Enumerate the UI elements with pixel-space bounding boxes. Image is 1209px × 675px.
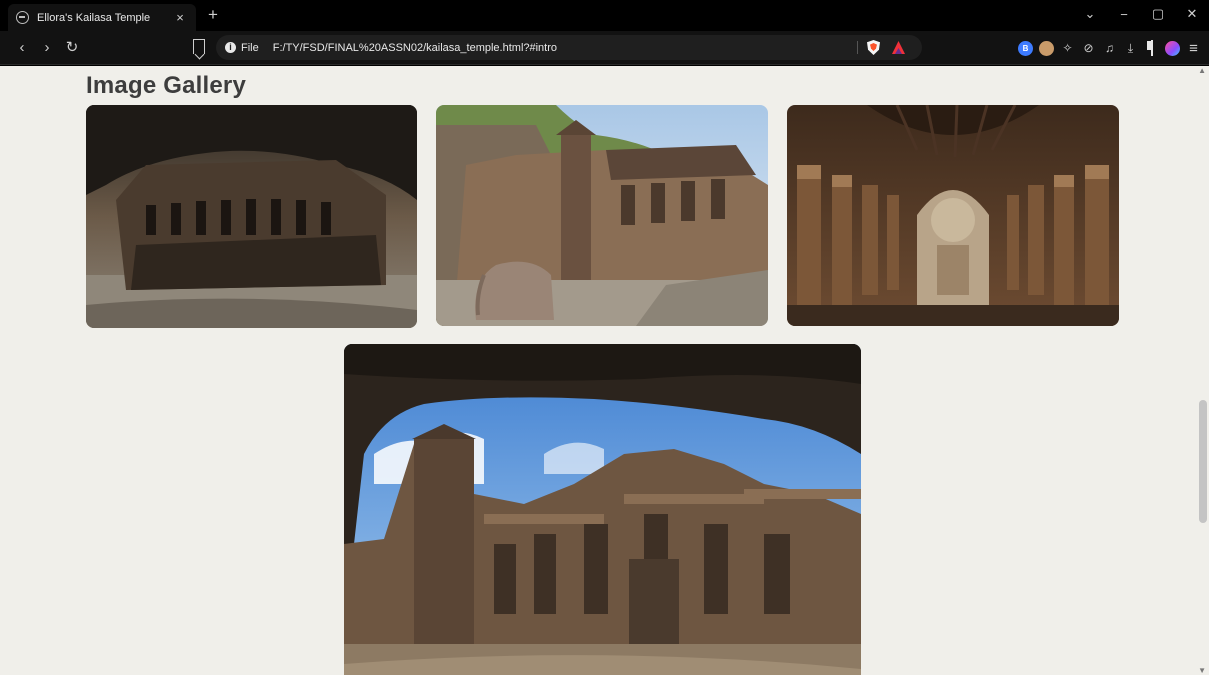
media-icon[interactable]: ♫ bbox=[1102, 41, 1117, 56]
gallery-image-3[interactable] bbox=[787, 105, 1119, 326]
tab-search-button[interactable]: ⌄ bbox=[1073, 6, 1107, 22]
temple-cave-view-image bbox=[86, 105, 417, 328]
gallery-image-4[interactable] bbox=[344, 344, 861, 675]
info-icon[interactable]: i bbox=[225, 42, 236, 53]
puzzle-icon[interactable]: ✧ bbox=[1060, 41, 1075, 56]
browser-toolbar: ‹ › ↻ i File F:/TY/FSD/FINAL%20ASSN02/ka… bbox=[0, 31, 1209, 65]
temple-arch-view-image bbox=[344, 344, 861, 675]
chaitya-hall-image bbox=[787, 105, 1119, 326]
brave-wallet-icon[interactable]: B bbox=[1018, 40, 1033, 56]
tab-title: Ellora's Kailasa Temple bbox=[37, 11, 151, 24]
sidepanel-icon bbox=[1150, 39, 1153, 56]
gallery-image-1[interactable] bbox=[86, 105, 417, 328]
browser-tab[interactable]: Ellora's Kailasa Temple × bbox=[8, 4, 196, 31]
scroll-thumb[interactable] bbox=[1199, 400, 1207, 523]
brave-rewards-icon[interactable] bbox=[892, 41, 905, 54]
temple-courtyard-image bbox=[436, 105, 768, 326]
forward-button[interactable]: › bbox=[37, 38, 57, 58]
extension-toolbar: B ✧ ⊘ ♫ ⤓ ≡ bbox=[1018, 38, 1201, 58]
close-window-button[interactable]: ✕ bbox=[1175, 6, 1209, 22]
cookie-icon[interactable] bbox=[1039, 40, 1054, 56]
gallery-title: Image Gallery bbox=[86, 72, 247, 99]
restore-button[interactable]: ▢ bbox=[1141, 6, 1175, 22]
url-text[interactable]: F:/TY/FSD/FINAL%20ASSN02/kailasa_temple.… bbox=[273, 42, 557, 54]
vertical-scrollbar[interactable]: ▲ ▼ bbox=[1197, 66, 1209, 675]
url-scheme-label: File bbox=[241, 41, 259, 54]
download-icon[interactable]: ⤓ bbox=[1123, 41, 1138, 56]
url-divider bbox=[857, 41, 858, 54]
brave-shields-icon[interactable] bbox=[867, 40, 880, 55]
sidepanel-button[interactable] bbox=[1144, 39, 1159, 56]
close-tab-icon[interactable]: × bbox=[172, 10, 188, 25]
scroll-down-arrow-icon[interactable]: ▼ bbox=[1198, 666, 1206, 675]
globe-icon bbox=[16, 11, 29, 24]
reload-button[interactable]: ↻ bbox=[62, 38, 82, 58]
new-tab-button[interactable]: + bbox=[204, 5, 222, 25]
gallery-image-2[interactable] bbox=[436, 105, 768, 326]
minimize-button[interactable]: − bbox=[1107, 7, 1141, 22]
page-viewport: Image Gallery ▲ ▼ bbox=[0, 66, 1209, 675]
scroll-up-arrow-icon[interactable]: ▲ bbox=[1198, 66, 1206, 75]
window-controls: ⌄ − ▢ ✕ bbox=[1073, 0, 1209, 28]
bookmark-icon[interactable] bbox=[193, 39, 205, 54]
tab-strip: Ellora's Kailasa Temple × + ⌄ − ▢ ✕ bbox=[0, 0, 1209, 31]
address-bar[interactable]: i File F:/TY/FSD/FINAL%20ASSN02/kailasa_… bbox=[216, 35, 922, 60]
back-button[interactable]: ‹ bbox=[12, 38, 32, 58]
gem-icon[interactable] bbox=[1165, 40, 1180, 56]
menu-icon[interactable]: ≡ bbox=[1186, 41, 1201, 56]
leo-icon[interactable]: ⊘ bbox=[1081, 41, 1096, 56]
